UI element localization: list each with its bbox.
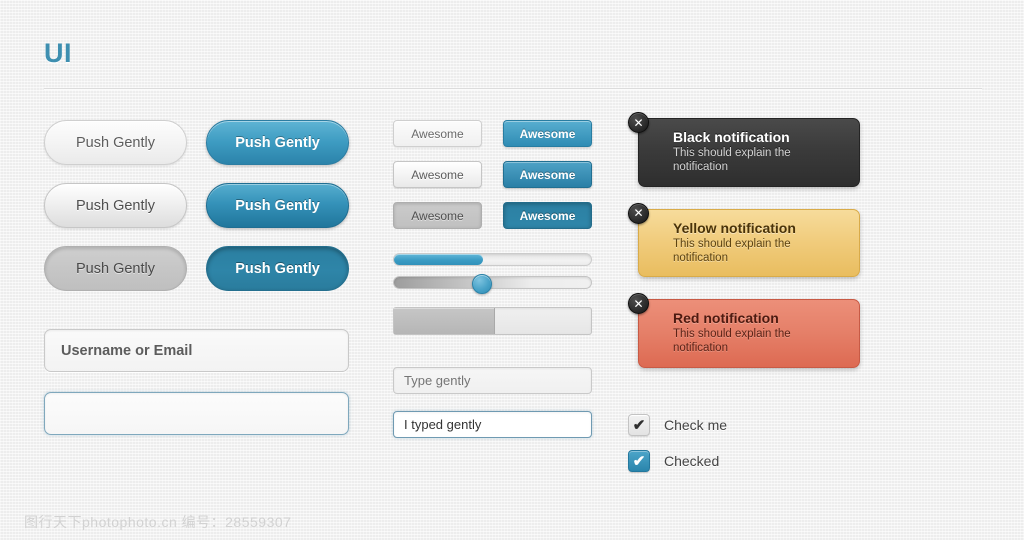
checkbox-row-checked[interactable]: ✔ Checked — [628, 450, 878, 473]
notification-title: Red notification — [673, 310, 779, 327]
header-divider — [44, 88, 982, 89]
notification-red: ✕ Red notification This should explain t… — [628, 293, 878, 369]
blue-progress-fill — [394, 254, 483, 265]
awesome-blue-button-hover[interactable]: Awesome — [503, 161, 592, 188]
button-label: Push Gently — [76, 134, 155, 151]
type-gently-input[interactable] — [393, 367, 592, 394]
button-label: Push Gently — [235, 197, 320, 214]
notification-black: ✕ Black notification This should explain… — [628, 112, 878, 187]
button-label: Awesome — [519, 208, 576, 223]
notification-body-yellow: Yellow notification This should explain … — [638, 208, 860, 278]
button-label: Awesome — [519, 126, 576, 141]
awesome-blue-button-normal[interactable]: Awesome — [503, 120, 592, 147]
push-gently-blue-button-normal[interactable]: Push Gently — [206, 120, 349, 165]
small-button-row-hover: Awesome Awesome — [393, 161, 603, 188]
slider-handle[interactable] — [471, 273, 492, 294]
pill-button-row-hover: Push Gently Push Gently — [44, 183, 364, 228]
awesome-gray-button-normal[interactable]: Awesome — [393, 120, 482, 147]
push-gently-blue-button-hover[interactable]: Push Gently — [206, 183, 349, 228]
small-button-row-normal: Awesome Awesome — [393, 120, 603, 147]
small-button-row-pressed: Awesome Awesome — [393, 202, 603, 229]
push-gently-gray-button-normal[interactable]: Push Gently — [44, 120, 187, 165]
notification-body-red: Red notification This should explain the… — [638, 299, 860, 369]
progress-and-slider-group — [393, 253, 603, 335]
focused-empty-input[interactable] — [44, 392, 349, 435]
close-icon[interactable]: ✕ — [628, 202, 649, 224]
notification-message: This should explain the notification — [673, 147, 791, 173]
button-label: Awesome — [519, 167, 576, 182]
button-label: Push Gently — [76, 197, 155, 214]
notification-message: This should explain the notification — [673, 237, 791, 264]
button-label: Push Gently — [235, 134, 320, 151]
checkbox-row-check-me[interactable]: ✔ Check me — [628, 414, 878, 437]
username-or-email-input[interactable] — [44, 329, 349, 372]
pill-button-row-normal: Push Gently Push Gently — [44, 120, 364, 165]
buttons-and-inputs-column: Push Gently Push Gently Push Gently Push… — [44, 120, 364, 435]
awesome-blue-button-pressed[interactable]: Awesome — [503, 202, 592, 229]
notification-body-black: Black notification This should explain t… — [638, 118, 860, 187]
button-label: Awesome — [411, 208, 464, 223]
checkmark-icon[interactable]: ✔ — [628, 414, 650, 437]
push-gently-gray-button-hover[interactable]: Push Gently — [44, 183, 187, 228]
gray-progress-bar — [393, 307, 592, 335]
button-label: Push Gently — [235, 260, 320, 277]
button-label: Push Gently — [76, 260, 155, 277]
awesome-gray-button-pressed[interactable]: Awesome — [393, 202, 482, 229]
checkbox-label: Checked — [664, 453, 720, 470]
checkbox-label: Check me — [664, 417, 728, 434]
controls-column: Awesome Awesome Awesome Awesome Awesome … — [393, 120, 603, 438]
gray-progress-fill — [394, 308, 496, 334]
checkmark-icon[interactable]: ✔ — [628, 450, 650, 473]
button-label: Awesome — [411, 126, 464, 141]
close-icon[interactable]: ✕ — [628, 112, 649, 133]
notification-title: Black notification — [673, 129, 790, 145]
watermark: 图行天下photophoto.cn 编号：28559307 — [24, 514, 292, 530]
range-slider[interactable] — [393, 273, 592, 294]
checkbox-group: ✔ Check me ✔ Checked — [628, 414, 878, 473]
notification-yellow: ✕ Yellow notification This should explai… — [628, 202, 878, 278]
notification-title: Yellow notification — [673, 219, 796, 236]
push-gently-gray-button-pressed[interactable]: Push Gently — [44, 246, 187, 291]
notifications-column: ✕ Black notification This should explain… — [628, 112, 878, 486]
page-title: UI — [44, 38, 72, 68]
push-gently-blue-button-pressed[interactable]: Push Gently — [206, 246, 349, 291]
blue-progress-bar — [393, 253, 592, 266]
typed-gently-input[interactable] — [393, 411, 592, 438]
button-label: Awesome — [411, 167, 464, 182]
awesome-gray-button-hover[interactable]: Awesome — [393, 161, 482, 188]
pill-button-row-pressed: Push Gently Push Gently — [44, 246, 364, 291]
notification-message: This should explain the notification — [673, 328, 791, 355]
